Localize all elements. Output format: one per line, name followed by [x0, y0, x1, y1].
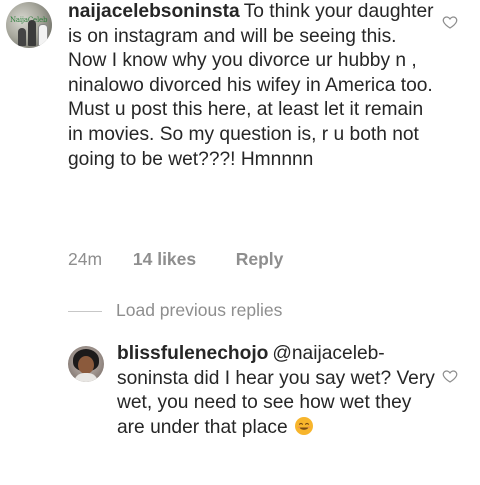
- load-previous-replies[interactable]: Load previous replies: [68, 300, 282, 321]
- avatar-figure: [18, 28, 26, 46]
- avatar-face: [78, 356, 94, 374]
- reply-button[interactable]: Reply: [236, 249, 284, 270]
- comment-body: naijacelebsoninsta To think your daughter…: [68, 0, 436, 172]
- reply-avatar[interactable]: [68, 346, 104, 382]
- comment-main: NaijaCeleb naijacelebsoninstaTo think yo…: [0, 0, 480, 280]
- avatar-figure: [38, 24, 48, 46]
- reply-username[interactable]: blissfulenechojo: [117, 343, 268, 364]
- reply-body: blissfulenechojo @naijaceleb-soninsta did…: [117, 342, 437, 440]
- heart-outline-icon[interactable]: [442, 14, 458, 30]
- comment-likes[interactable]: 14 likes: [133, 249, 231, 270]
- comment-meta: 24m 14 likes Reply: [68, 249, 283, 270]
- avatar[interactable]: NaijaCeleb: [6, 2, 52, 48]
- divider-line: [68, 310, 102, 312]
- heart-outline-icon[interactable]: [442, 368, 458, 384]
- comment-username[interactable]: naijacelebsoninsta: [68, 1, 240, 22]
- comment-time: 24m: [68, 249, 103, 269]
- smiling-face-emoji-icon: [294, 416, 313, 435]
- avatar-figure: [28, 20, 36, 46]
- comment-text: To think your daughter is on instagram a…: [68, 1, 434, 170]
- avatar-shirt: [74, 373, 98, 382]
- load-previous-label[interactable]: Load previous replies: [116, 300, 282, 320]
